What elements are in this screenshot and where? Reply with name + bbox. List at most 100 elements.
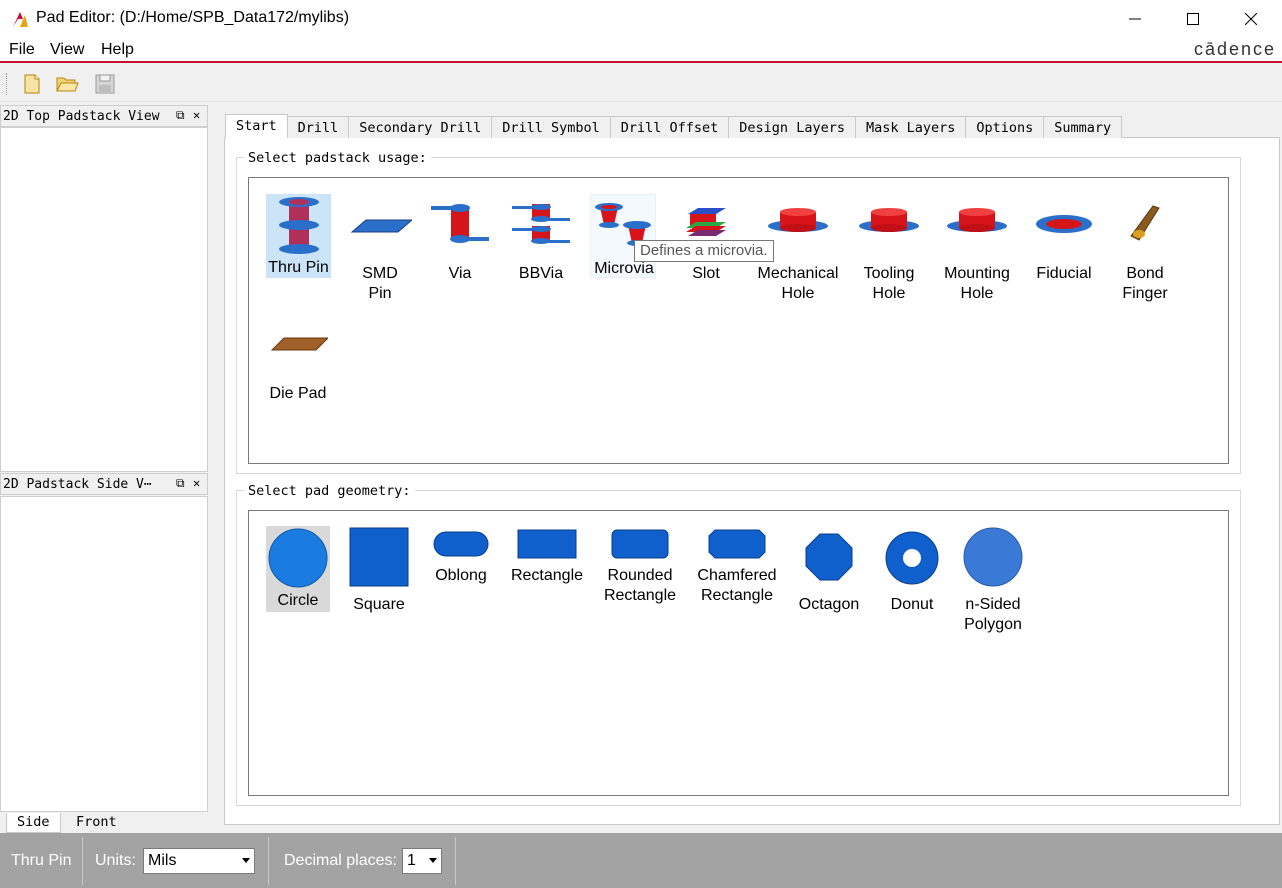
usage-label: Mechanical Hole (757, 265, 839, 302)
octagon-shape-icon (805, 533, 853, 581)
geometry-square[interactable]: Square (346, 526, 412, 615)
usage-label: Bond Finger (1122, 265, 1168, 302)
circle-shape-icon (268, 528, 328, 588)
usage-die-pad[interactable]: Die Pad (264, 330, 332, 404)
toolbar (0, 65, 1282, 102)
usage-bbvia[interactable]: BBVia (508, 200, 574, 284)
tab-front[interactable]: Front (66, 813, 127, 833)
float-icon[interactable]: ⧉ (176, 108, 185, 123)
usage-label: Fiducial (1036, 265, 1092, 282)
rounded-rectangle-shape-icon (611, 529, 669, 559)
status-separator (82, 837, 83, 885)
slot-icon (686, 208, 726, 236)
app-logo-icon (13, 12, 28, 27)
usage-fiducial[interactable]: Fiducial (1032, 200, 1096, 284)
top-padstack-view[interactable] (0, 127, 208, 472)
minimize-icon (1129, 18, 1141, 20)
close-button[interactable] (1222, 0, 1280, 38)
usage-label: Die Pad (269, 385, 327, 402)
menu-file[interactable]: File (9, 41, 35, 59)
units-select[interactable]: Mils (143, 848, 255, 874)
minimize-button[interactable] (1106, 0, 1164, 38)
tab-drill-offset[interactable]: Drill Offset (609, 116, 730, 138)
tab-side[interactable]: Side (6, 813, 61, 833)
geometry-donut[interactable]: Donut (880, 530, 944, 615)
geometry-rectangle[interactable]: Rectangle (508, 528, 586, 586)
status-separator (455, 837, 456, 885)
usage-thru-pin[interactable]: Thru Pin (266, 194, 331, 278)
float-icon[interactable]: ⧉ (176, 476, 185, 491)
geometry-label: n-Sided Polygon (964, 596, 1022, 633)
save-icon[interactable] (93, 72, 117, 96)
usage-smd-pin[interactable]: SMD Pin (344, 200, 416, 304)
units-label: Units: (95, 852, 136, 869)
menu-help[interactable]: Help (101, 41, 134, 59)
geometry-n-sided-polygon[interactable]: n-Sided Polygon (958, 526, 1028, 635)
window-title: Pad Editor: (D:/Home/SPB_Data172/mylibs) (36, 9, 350, 26)
usage-mounting-hole[interactable]: Mounting Hole (938, 200, 1016, 304)
open-folder-icon[interactable] (55, 72, 79, 96)
usage-via[interactable]: Via (428, 200, 492, 284)
close-icon (1245, 13, 1257, 25)
status-usage: Thru Pin (11, 852, 72, 869)
usage-bond-finger[interactable]: Bond Finger (1114, 200, 1176, 304)
geometry-rounded-rectangle[interactable]: Rounded Rectangle (602, 528, 678, 606)
bbvia-icon (512, 204, 570, 244)
tooltip: Defines a microvia. (634, 240, 774, 262)
maximize-icon (1187, 13, 1199, 25)
tab-secondary-drill[interactable]: Secondary Drill (348, 116, 493, 138)
status-bar: Thru Pin Units: Mils Decimal places: 1 (0, 833, 1282, 888)
tab-design-layers[interactable]: Design Layers (728, 116, 856, 138)
usage-label: Slot (692, 265, 720, 282)
chevron-down-icon (429, 858, 437, 863)
dock-close-icon[interactable]: ✕ (193, 476, 200, 490)
usage-label: Tooling Hole (863, 265, 915, 302)
dock-side-view-label: 2D Padstack Side V⋯ (3, 477, 152, 492)
dock-top-view-label: 2D Top Padstack View (3, 109, 160, 124)
geometry-circle[interactable]: Circle (266, 526, 330, 612)
oblong-shape-icon (433, 531, 489, 557)
geometry-oblong[interactable]: Oblong (428, 530, 494, 586)
geometry-label: Rectangle (510, 567, 584, 584)
tab-drill[interactable]: Drill (286, 116, 350, 138)
rectangle-shape-icon (517, 529, 577, 559)
usage-microvia[interactable]: Microvia (590, 194, 656, 278)
tab-options[interactable]: Options (965, 116, 1045, 138)
status-separator (268, 837, 269, 885)
dock-close-icon[interactable]: ✕ (193, 108, 200, 122)
new-file-icon[interactable] (20, 72, 44, 96)
menu-view[interactable]: View (50, 41, 84, 59)
dock-top-view-title: 2D Top Padstack View ⧉ ✕ (0, 105, 208, 127)
usage-tooling-hole[interactable]: Tooling Hole (856, 200, 922, 304)
geometry-label: Circle (277, 592, 319, 609)
cadence-logo: cādence (1193, 39, 1276, 59)
fiducial-icon (1036, 215, 1092, 233)
decimal-places-select[interactable]: 1 (402, 848, 442, 874)
tab-bar: Start Drill Secondary Drill Drill Symbol… (225, 114, 1123, 138)
toolbar-grip[interactable] (6, 73, 8, 95)
mounting-hole-icon (947, 208, 1007, 232)
die-pad-icon (270, 337, 330, 351)
decimal-places-label: Decimal places: (284, 852, 397, 869)
usage-label: BBVia (518, 265, 564, 282)
tab-summary[interactable]: Summary (1043, 116, 1123, 138)
side-padstack-view[interactable] (0, 496, 208, 812)
usage-group-title: Select padstack usage: (244, 150, 431, 166)
tooling-hole-icon (859, 208, 919, 232)
tab-start[interactable]: Start (225, 114, 288, 138)
geometry-chamfered-rectangle[interactable]: Chamfered Rectangle (694, 528, 780, 606)
tab-drill-symbol[interactable]: Drill Symbol (491, 116, 611, 138)
mechanical-hole-icon (768, 208, 828, 232)
menu-bar: File View Help cādence (0, 38, 1282, 63)
square-shape-icon (349, 527, 409, 587)
maximize-button[interactable] (1164, 0, 1222, 38)
thru-pin-icon (278, 197, 319, 254)
geometry-label: Rounded Rectangle (603, 567, 677, 604)
geometry-octagon[interactable]: Octagon (794, 532, 864, 615)
chevron-down-icon (242, 858, 250, 863)
geometry-group-title: Select pad geometry: (244, 483, 415, 499)
geometry-label: Chamfered Rectangle (697, 567, 777, 604)
title-bar: Pad Editor: (D:/Home/SPB_Data172/mylibs) (0, 0, 1282, 38)
decimal-places-value: 1 (407, 852, 416, 869)
tab-mask-layers[interactable]: Mask Layers (854, 116, 967, 138)
